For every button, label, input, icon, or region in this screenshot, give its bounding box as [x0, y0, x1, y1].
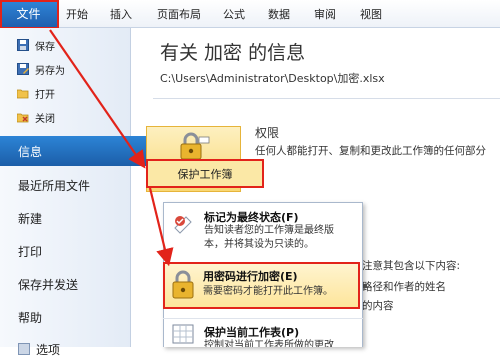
- nav-help[interactable]: 帮助: [0, 302, 130, 332]
- protect-sheet-icon: [172, 323, 196, 349]
- mark-final-desc-1: 告知读者您的工作簿是最终版: [204, 225, 334, 236]
- tab-data[interactable]: 数据: [268, 6, 290, 22]
- nav-info-label: 信息: [18, 144, 43, 159]
- nav-options-label: 选项: [36, 342, 61, 357]
- nav-recent-label: 最近所用文件: [18, 178, 91, 193]
- nav-recent[interactable]: 最近所用文件: [0, 170, 130, 200]
- nav-save-and-send-label: 保存并发送: [18, 277, 79, 292]
- menu-item-encrypt-with-password[interactable]: 用密码进行加密(E) 需要密码才能打开此工作簿。: [163, 262, 360, 309]
- tab-home[interactable]: 开始: [66, 6, 88, 22]
- nav-save-as[interactable]: 另存为: [0, 59, 130, 79]
- ribbon-tab-bar: 文件 开始 插入 页面布局 公式 数据 审阅 视图: [0, 0, 500, 28]
- tab-formulas[interactable]: 公式: [223, 6, 245, 22]
- nav-save-as-label: 另存为: [35, 65, 65, 77]
- nav-new[interactable]: 新建: [0, 203, 130, 233]
- protect-sheet-desc: 控制对当前工作表所做的更改: [204, 340, 334, 347]
- options-icon: [18, 343, 30, 355]
- mark-final-icon: [172, 212, 196, 240]
- tab-insert[interactable]: 插入: [110, 6, 132, 22]
- nav-info[interactable]: 信息: [0, 136, 156, 166]
- encrypt-desc: 需要密码才能打开此工作簿。: [203, 286, 333, 297]
- save-icon: [17, 39, 29, 51]
- file-path: C:\Users\Administrator\Desktop\加密.xlsx: [160, 72, 385, 85]
- protect-workbook-label[interactable]: 保护工作簿: [146, 159, 264, 188]
- menu-item-protect-sheet[interactable]: 保护当前工作表(P) 控制对当前工作表所做的更改: [163, 319, 363, 347]
- bullet-icon: [363, 284, 367, 288]
- nav-help-label: 帮助: [18, 310, 43, 325]
- inspect-text-2: 路径和作者的姓名: [362, 281, 446, 293]
- close-file-icon: [16, 111, 29, 123]
- nav-new-label: 新建: [18, 211, 43, 226]
- nav-save-and-send[interactable]: 保存并发送: [0, 269, 130, 299]
- encrypt-title: 用密码进行加密(E): [203, 270, 298, 283]
- backstage-nav: 保存 另存为 打开 关闭 信息 最近所用文件 新建 打印 保存并发送 帮助 选项: [0, 28, 156, 357]
- divider: [153, 98, 500, 99]
- menu-item-mark-final[interactable]: 标记为最终状态(F) 告知读者您的工作簿是最终版 本，并将其设为只读的。: [164, 203, 362, 261]
- nav-save-label: 保存: [35, 41, 55, 53]
- inspect-text-1: 注意其包含以下内容:: [362, 260, 461, 272]
- folder-open-icon: [16, 87, 29, 99]
- nav-close[interactable]: 关闭: [0, 107, 130, 127]
- mark-final-title: 标记为最终状态(F): [204, 211, 299, 224]
- permissions-description: 任何人都能打开、复制和更改此工作簿的任何部分: [255, 145, 486, 157]
- nav-save[interactable]: 保存: [0, 35, 130, 55]
- protect-sheet-title: 保护当前工作表(P): [204, 326, 300, 339]
- encrypt-lock-icon: [171, 270, 197, 304]
- nav-open-label: 打开: [35, 89, 55, 101]
- tab-page-layout[interactable]: 页面布局: [157, 6, 201, 22]
- protect-workbook-text: 保护工作簿: [177, 167, 233, 181]
- mark-final-desc-2: 本，并将其设为只读的。: [204, 239, 314, 250]
- page-title: 有关 加密 的信息: [160, 42, 306, 64]
- file-tab-highlight: [0, 0, 59, 29]
- tab-view[interactable]: 视图: [360, 6, 382, 22]
- tab-review[interactable]: 审阅: [314, 6, 336, 22]
- save-as-icon: [17, 63, 29, 75]
- nav-print-label: 打印: [18, 244, 43, 259]
- nav-open[interactable]: 打开: [0, 83, 130, 103]
- nav-options[interactable]: 选项: [0, 334, 130, 364]
- inspect-text-3: 的内容: [362, 300, 394, 312]
- nav-close-label: 关闭: [35, 113, 55, 125]
- permissions-title: 权限: [255, 126, 280, 140]
- nav-print[interactable]: 打印: [0, 236, 130, 266]
